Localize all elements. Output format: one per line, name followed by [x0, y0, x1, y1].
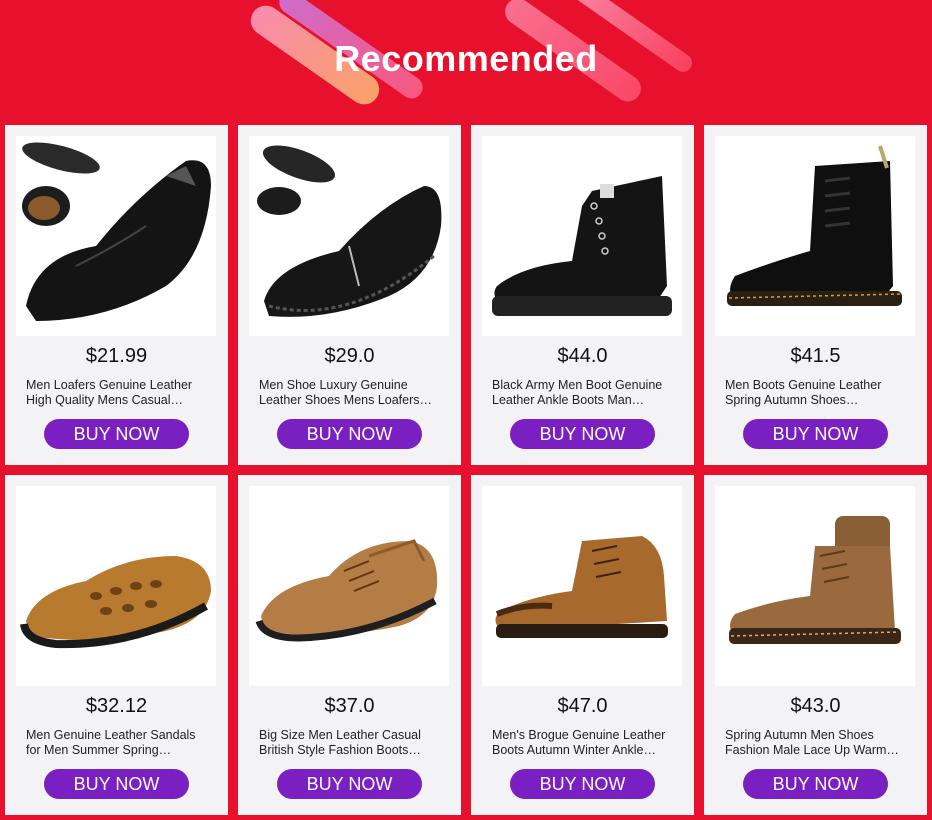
- product-image[interactable]: [16, 486, 216, 686]
- product-card[interactable]: $21.99 Men Loafers Genuine Leather High …: [5, 125, 228, 465]
- product-title-line: Boots Autumn Winter Ankle…: [492, 743, 656, 757]
- product-title-line: Men Boots Genuine Leather: [725, 378, 882, 392]
- product-title[interactable]: Spring Autumn Men Shoes Fashion Male Lac…: [725, 728, 913, 758]
- product-image[interactable]: [715, 486, 915, 686]
- product-title-line: for Men Summer Spring…: [26, 743, 172, 757]
- product-card[interactable]: $29.0 Men Shoe Luxury Genuine Leather Sh…: [238, 125, 461, 465]
- brown-brogue-boot-image: [495, 536, 668, 638]
- product-image[interactable]: [482, 136, 682, 336]
- brown-casual-shoe-image: [255, 539, 438, 642]
- product-title-line: Leather Ankle Boots Man…: [492, 393, 645, 407]
- product-title-line: Men Genuine Leather Sandals: [26, 728, 196, 742]
- product-image[interactable]: [16, 136, 216, 336]
- product-title[interactable]: Black Army Men Boot Genuine Leather Ankl…: [492, 378, 680, 408]
- product-title-line: Spring Autumn Men Shoes: [725, 728, 874, 742]
- buy-now-button[interactable]: BUY NOW: [277, 419, 422, 449]
- product-title-line: Black Army Men Boot Genuine: [492, 378, 663, 392]
- product-price: $44.0: [557, 345, 608, 367]
- product-title-line: Men Shoe Luxury Genuine: [259, 378, 408, 392]
- black-loafer-image: [22, 142, 211, 321]
- product-title-line: Leather Shoes Mens Loafers…: [259, 393, 433, 407]
- product-price: $32.12: [85, 695, 148, 717]
- product-image[interactable]: [715, 136, 915, 336]
- product-price: $37.0: [324, 695, 375, 717]
- black-ankle-boot-image: [492, 176, 672, 316]
- product-card[interactable]: $37.0 Big Size Men Leather Casual Britis…: [238, 475, 461, 815]
- product-price: $29.0: [324, 345, 375, 367]
- product-title[interactable]: Big Size Men Leather Casual British Styl…: [259, 728, 447, 758]
- product-image[interactable]: [249, 486, 449, 686]
- product-grid: $21.99 Men Loafers Genuine Leather High …: [5, 125, 927, 815]
- product-title[interactable]: Men Boots Genuine Leather Spring Autumn …: [725, 378, 913, 408]
- header-banner: Recommended: [0, 0, 932, 125]
- buy-now-button[interactable]: BUY NOW: [44, 769, 189, 799]
- product-price: $43.0: [790, 695, 841, 717]
- product-card[interactable]: $47.0 Men's Brogue Genuine Leather Boots…: [471, 475, 694, 815]
- product-title-line: High Quality Mens Casual…: [26, 393, 184, 407]
- buy-now-button[interactable]: BUY NOW: [44, 419, 189, 449]
- buy-now-button[interactable]: BUY NOW: [510, 769, 655, 799]
- product-title-line: Men Loafers Genuine Leather: [26, 378, 193, 392]
- product-price: $41.5: [790, 345, 841, 367]
- product-card[interactable]: $44.0 Black Army Men Boot Genuine Leathe…: [471, 125, 694, 465]
- product-price: $21.99: [85, 345, 148, 367]
- product-image[interactable]: [249, 136, 449, 336]
- product-title[interactable]: Men Loafers Genuine Leather High Quality…: [26, 378, 214, 408]
- black-lace-boot-image: [727, 145, 902, 306]
- buy-now-button[interactable]: BUY NOW: [743, 769, 888, 799]
- product-title-line: British Style Fashion Boots…: [259, 743, 421, 757]
- product-title-line: Men's Brogue Genuine Leather: [492, 728, 666, 742]
- buy-now-button[interactable]: BUY NOW: [743, 419, 888, 449]
- page-title: Recommended: [334, 38, 598, 79]
- product-card[interactable]: $41.5 Men Boots Genuine Leather Spring A…: [704, 125, 927, 465]
- suede-sock-boot-image: [729, 516, 901, 644]
- product-title[interactable]: Men's Brogue Genuine Leather Boots Autum…: [492, 728, 680, 758]
- product-card[interactable]: $32.12 Men Genuine Leather Sandals for M…: [5, 475, 228, 815]
- product-card[interactable]: $43.0 Spring Autumn Men Shoes Fashion Ma…: [704, 475, 927, 815]
- buy-now-button[interactable]: BUY NOW: [277, 769, 422, 799]
- black-zip-loafer-image: [257, 145, 442, 317]
- product-price: $47.0: [557, 695, 608, 717]
- product-title[interactable]: Men Genuine Leather Sandals for Men Summ…: [26, 728, 214, 758]
- product-title[interactable]: Men Shoe Luxury Genuine Leather Shoes Me…: [259, 378, 447, 408]
- buy-now-button[interactable]: BUY NOW: [510, 419, 655, 449]
- brown-sandal-image: [20, 556, 211, 649]
- product-title-line: Spring Autumn Shoes…: [725, 393, 859, 407]
- product-image[interactable]: [482, 486, 682, 686]
- product-title-line: Fashion Male Lace Up Warm…: [725, 743, 899, 757]
- product-title-line: Big Size Men Leather Casual: [259, 728, 421, 742]
